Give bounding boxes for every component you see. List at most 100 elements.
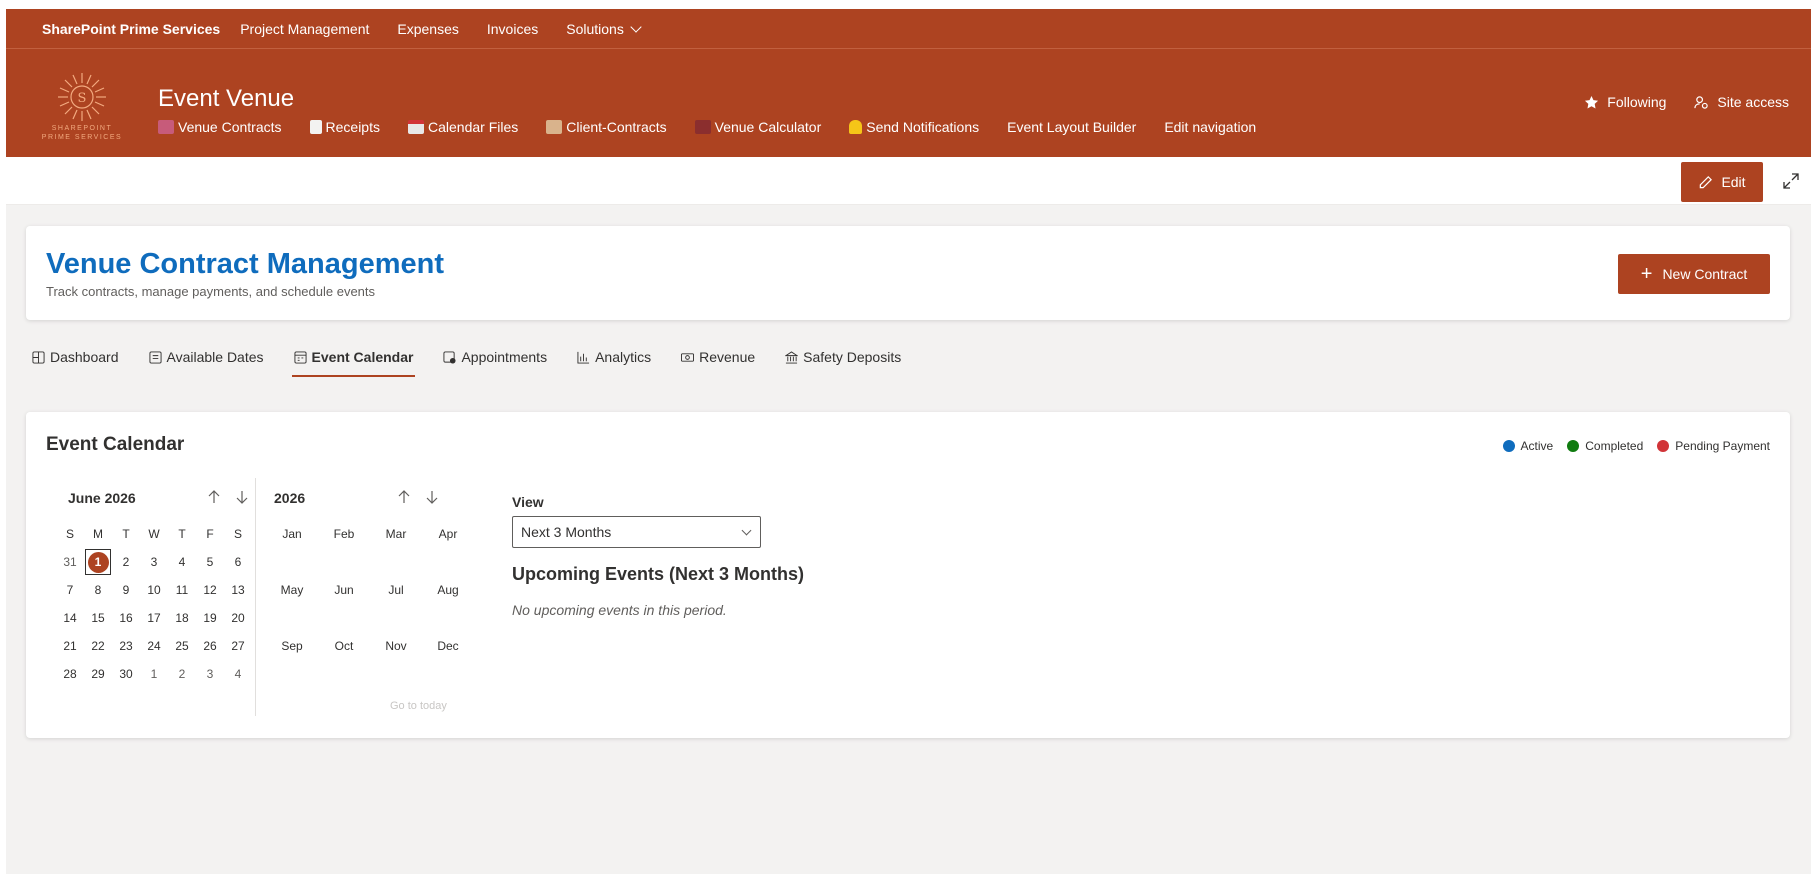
arrow-up-icon bbox=[208, 490, 220, 503]
day-cell[interactable]: 2 bbox=[112, 548, 140, 576]
previous-month-button[interactable] bbox=[200, 490, 228, 504]
day-cell[interactable]: 4 bbox=[224, 660, 252, 688]
abacus-emoji-icon bbox=[694, 120, 711, 134]
day-cell[interactable]: 28 bbox=[56, 660, 84, 688]
tab-event-calendar[interactable]: Event Calendar bbox=[291, 349, 416, 377]
day-cell[interactable]: 10 bbox=[140, 576, 168, 604]
day-cell[interactable]: 21 bbox=[56, 632, 84, 660]
tab-dashboard[interactable]: Dashboard bbox=[32, 349, 119, 377]
day-cell[interactable]: 5 bbox=[196, 548, 224, 576]
day-cell[interactable]: 3 bbox=[140, 548, 168, 576]
day-cell[interactable]: 22 bbox=[84, 632, 112, 660]
selected-day-ring: 1 bbox=[85, 549, 111, 575]
legend-dot bbox=[1567, 440, 1580, 452]
site-nav-calendar-files[interactable]: Calendar Files bbox=[407, 119, 518, 135]
day-cell[interactable]: 9 bbox=[112, 576, 140, 604]
month-cell[interactable]: Apr bbox=[422, 520, 474, 548]
edit-button[interactable]: Edit bbox=[1681, 162, 1763, 202]
day-cell[interactable]: 8 bbox=[84, 576, 112, 604]
day-cell[interactable]: 31 bbox=[56, 548, 84, 576]
site-nav-send-notifications[interactable]: Send Notifications bbox=[849, 119, 979, 135]
legend-label: Pending Payment bbox=[1675, 439, 1770, 453]
site-nav-venue-contracts[interactable]: Venue Contracts bbox=[158, 119, 282, 135]
site-nav-client-contracts[interactable]: Client-Contracts bbox=[546, 119, 667, 135]
day-cell[interactable]: 29 bbox=[84, 660, 112, 688]
site-nav-event-layout-builder[interactable]: Event Layout Builder bbox=[1007, 119, 1136, 135]
dashboard-icon bbox=[32, 350, 45, 364]
view-label: View bbox=[512, 494, 544, 510]
edit-navigation-link[interactable]: Edit navigation bbox=[1164, 119, 1256, 135]
legend-item-completed: Completed bbox=[1567, 439, 1643, 453]
brand-link[interactable]: SharePoint Prime Services bbox=[42, 21, 220, 37]
view-dropdown-value: Next 3 Months bbox=[521, 524, 612, 540]
weekday-header: F bbox=[206, 527, 214, 541]
day-cell[interactable]: 27 bbox=[224, 632, 252, 660]
day-cell[interactable]: 14 bbox=[56, 604, 84, 632]
day-cell[interactable]: 15 bbox=[84, 604, 112, 632]
day-cell[interactable]: 18 bbox=[168, 604, 196, 632]
legend-label: Completed bbox=[1585, 439, 1644, 453]
month-cell[interactable]: May bbox=[266, 576, 318, 604]
day-cell[interactable]: 19 bbox=[196, 604, 224, 632]
day-cell[interactable]: 26 bbox=[196, 632, 224, 660]
site-title[interactable]: Event Venue bbox=[158, 85, 294, 113]
new-contract-button[interactable]: + New Contract bbox=[1618, 254, 1770, 294]
month-cell[interactable]: Jul bbox=[370, 576, 422, 604]
month-cell[interactable]: Aug bbox=[422, 576, 474, 604]
view-dropdown[interactable]: Next 3 Months bbox=[512, 516, 761, 548]
day-cell[interactable]: 12 bbox=[196, 576, 224, 604]
tab-safety-deposits[interactable]: Safety Deposits bbox=[785, 349, 901, 377]
tab-available-dates[interactable]: Available Dates bbox=[148, 349, 264, 377]
day-cell[interactable]: 23 bbox=[112, 632, 140, 660]
day-cell[interactable]: 24 bbox=[140, 632, 168, 660]
chart-icon bbox=[577, 351, 590, 364]
day-cell[interactable]: 25 bbox=[168, 632, 196, 660]
hub-nav-invoices[interactable]: Invoices bbox=[487, 21, 538, 37]
day-cell[interactable]: 7 bbox=[56, 576, 84, 604]
month-cell[interactable]: Feb bbox=[318, 520, 370, 548]
tab-revenue[interactable]: Revenue bbox=[681, 349, 755, 377]
day-cell[interactable]: 3 bbox=[196, 660, 224, 688]
next-year-button[interactable] bbox=[418, 490, 446, 504]
site-nav-venue-calculator[interactable]: Venue Calculator bbox=[694, 119, 821, 135]
legend-item-pending-payment: Pending Payment bbox=[1657, 439, 1770, 453]
site-access-button[interactable]: Site access bbox=[1694, 94, 1789, 110]
day-cell[interactable]: 2 bbox=[168, 660, 196, 688]
month-cell[interactable]: Jun bbox=[318, 576, 370, 604]
day-cell[interactable]: 30 bbox=[112, 660, 140, 688]
previous-year-button[interactable] bbox=[390, 490, 418, 504]
tab-appointments[interactable]: Appointments bbox=[443, 349, 547, 377]
go-to-today-link[interactable]: Go to today bbox=[390, 700, 447, 712]
month-picker-year-label[interactable]: 2026 bbox=[274, 490, 305, 506]
tab-analytics[interactable]: Analytics bbox=[577, 349, 651, 377]
month-cell[interactable]: Nov bbox=[370, 632, 422, 660]
site-logo[interactable]: S SHAREPOINT PRIME SERVICES bbox=[32, 67, 132, 141]
hub-nav-solutions[interactable]: Solutions bbox=[566, 21, 642, 37]
month-cell[interactable]: Dec bbox=[422, 632, 474, 660]
month-cell[interactable]: Jan bbox=[266, 520, 318, 548]
site-nav-receipts[interactable]: Receipts bbox=[309, 119, 380, 135]
next-month-button[interactable] bbox=[228, 490, 256, 504]
day-cell[interactable]: 6 bbox=[224, 548, 252, 576]
day-cell[interactable]: 20 bbox=[224, 604, 252, 632]
day-cell[interactable]: 13 bbox=[224, 576, 252, 604]
legend-dot bbox=[1657, 440, 1670, 452]
site-actions: Following Site access bbox=[1556, 94, 1789, 110]
site-nav-label: Receipts bbox=[325, 119, 380, 135]
month-cell[interactable]: Mar bbox=[370, 520, 422, 548]
day-picker-month-label[interactable]: June 2026 bbox=[68, 490, 136, 506]
day-cell[interactable]: 11 bbox=[168, 576, 196, 604]
day-cell[interactable]: 17 bbox=[140, 604, 168, 632]
hub-nav-expenses[interactable]: Expenses bbox=[397, 21, 458, 37]
month-cell[interactable]: Sep bbox=[266, 632, 318, 660]
page-subtitle: Track contracts, manage payments, and sc… bbox=[46, 284, 376, 299]
expand-icon[interactable] bbox=[1783, 173, 1799, 189]
hub-nav-project-management[interactable]: Project Management bbox=[240, 21, 369, 37]
day-cell[interactable]: 16 bbox=[112, 604, 140, 632]
following-button[interactable]: Following bbox=[1584, 94, 1666, 110]
day-cell[interactable]: 1 bbox=[140, 660, 168, 688]
month-cell[interactable]: Oct bbox=[318, 632, 370, 660]
day-cell[interactable]: 4 bbox=[168, 548, 196, 576]
calendar-icon bbox=[293, 350, 307, 364]
day-cell[interactable]: 1 bbox=[84, 548, 112, 576]
